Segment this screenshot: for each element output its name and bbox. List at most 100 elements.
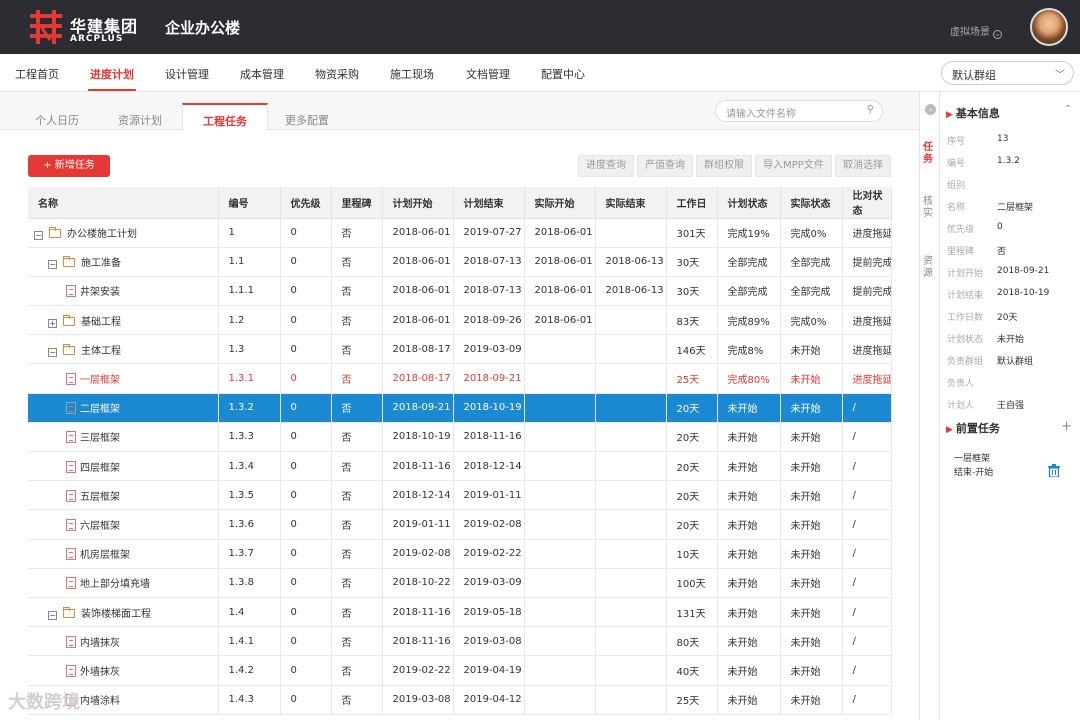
sub-tabs: 个人日历 资源计划 工程任务 更多配置 请输入文件名称 ⚲ [0,92,919,131]
collapse-icon[interactable]: − [34,231,43,241]
nav-item-cost[interactable]: 成本管理 [240,66,284,82]
column-header[interactable]: 编号 [218,187,281,219]
tab-project-tasks[interactable]: 工程任务 [182,103,268,131]
nav-item-site[interactable]: 施工现场 [390,66,434,82]
collapse-icon[interactable]: − [48,347,57,357]
task-name-cell[interactable]: 四层框架 [28,451,219,482]
side-tab-verify[interactable]: 核实 [923,196,937,220]
table-row[interactable]: 井架安装 1.1.1 0 否 2018-06-01 2018-07-13 2018-06-0… [28,276,892,307]
nav-active-indicator [88,89,136,91]
table-cell: 0 [280,626,332,657]
side-tab-resource[interactable]: 资源 [923,256,937,280]
column-header[interactable]: 比对状态 [842,187,892,219]
table-row[interactable]: 四层框架 1.3.4 0 否 2018-11-16 2018-12-14 20天 未开始 未开始… [28,451,892,482]
table-row[interactable]: 二层框架 1.3.2 0 否 2018-09-21 2018-10-19 20天 未开始 未开始… [28,393,892,423]
table-row[interactable]: + 基础工程 1.2 0 否 2018-06-01 2018-09-26 2018-06-01… [28,305,892,336]
table-cell: 2019-04-19 [453,655,525,686]
predecessor-title[interactable]: ▶ 前置任务 [946,420,1000,436]
collapse-icon[interactable]: − [48,610,57,620]
table-row[interactable]: 一层框架 1.3.1 0 否 2018-08-17 2018-09-21 25天 完成80% 未… [28,363,892,394]
search-icon[interactable]: ⚲ [867,104,874,115]
column-header[interactable]: 实际开始 [524,187,596,219]
table-row[interactable]: 外墙抹灰 1.4.2 0 否 2019-02-22 2019-04-19 40天 未开始 未开始… [28,655,892,686]
table-row[interactable]: 内墙抹灰 1.4.1 0 否 2018-11-16 2019-03-08 80天 未开始 未开始… [28,626,892,657]
table-row[interactable]: 内墙涂料 1.4.3 0 否 2019-03-08 2019-04-12 25天 未开始 未开始… [28,685,892,715]
basic-info-title[interactable]: ▶ 基本信息 [946,105,1000,121]
column-header[interactable]: 计划状态 [717,187,781,219]
avatar[interactable] [1030,8,1068,46]
collapse-panel-icon[interactable]: › [925,104,936,115]
task-name-cell[interactable]: 一层框架 [28,363,219,394]
tab-resource-plan[interactable]: 资源计划 [118,112,162,128]
task-name-cell[interactable]: 井架安装 [28,276,219,307]
task-name-cell[interactable]: + 基础工程 [28,305,219,336]
nav-item-design[interactable]: 设计管理 [165,66,209,82]
task-name-cell[interactable]: 地上部分填充墙 [28,568,219,598]
table-cell: 否 [331,451,383,482]
column-header[interactable]: 计划结束 [453,187,525,219]
task-name-cell[interactable]: − 主体工程 [28,334,219,365]
folder-icon [63,343,75,355]
column-header[interactable]: 优先级 [280,187,332,219]
table-cell: 0 [280,334,332,365]
group-permission-button[interactable]: 群组权限 [696,155,752,177]
column-header[interactable]: 实际结束 [595,187,667,219]
progress-query-button[interactable]: 进度查询 [578,155,634,177]
collapse-icon[interactable]: − [48,260,57,270]
table-cell: 2018-08-17 [382,334,454,365]
table-row[interactable]: 六层框架 1.3.6 0 否 2019-01-11 2019-02-08 20天 未开始 未开始… [28,509,892,540]
column-header[interactable]: 工作日 [666,187,718,219]
task-name-cell[interactable]: 六层框架 [28,509,219,540]
table-row[interactable]: − 办公楼施工计划 1 0 否 2018-06-01 2019-07-27 2018-06-0… [28,218,892,248]
search-input[interactable]: 请输入文件名称 ⚲ [715,100,883,122]
table-row[interactable]: − 主体工程 1.3 0 否 2018-08-17 2019-03-09 146天 完成8% 未开… [28,334,892,365]
trash-icon[interactable] [1048,464,1060,477]
task-name-cell[interactable]: − 施工准备 [28,247,219,277]
nav-item-schedule[interactable]: 进度计划 [90,66,134,82]
column-header[interactable]: 名称 [28,187,219,219]
table-row[interactable]: 五层框架 1.3.5 0 否 2018-12-14 2019-01-11 20天 未开始 未开始… [28,480,892,511]
task-name-cell[interactable]: 机房层框架 [28,539,219,569]
table-row[interactable]: − 施工准备 1.1 0 否 2018-06-01 2018-07-13 2018-06-01… [28,247,892,277]
nav-item-config[interactable]: 配置中心 [541,66,585,82]
column-header[interactable]: 计划开始 [382,187,454,219]
table-cell: / [842,597,892,628]
table-cell: 2019-03-08 [382,685,454,715]
task-name-cell[interactable]: 内墙抹灰 [28,626,219,657]
task-name-cell[interactable]: 三层框架 [28,422,219,453]
table-cell: 未开始 [717,685,781,715]
expand-icon[interactable]: + [48,318,57,328]
collapse-icon[interactable]: ⌃ [1064,104,1072,115]
nav-item-procurement[interactable]: 物资采购 [315,66,359,82]
value-query-button[interactable]: 产值查询 [637,155,693,177]
table-row[interactable]: 机房层框架 1.3.7 0 否 2019-02-08 2019-02-22 10天 未开始 未开… [28,539,892,569]
tab-more-config[interactable]: 更多配置 [285,112,329,128]
table-cell: 2019-03-09 [453,334,525,365]
tab-personal-calendar[interactable]: 个人日历 [35,112,79,128]
task-name: 三层框架 [80,433,120,445]
add-task-button[interactable]: + 新增任务 [28,155,110,177]
import-mpp-button[interactable]: 导入MPP文件 [755,155,832,177]
table-cell: / [842,685,892,715]
table-row[interactable]: 地上部分填充墙 1.3.8 0 否 2018-10-22 2019-03-09 100天 未开… [28,568,892,598]
nav-item-home[interactable]: 工程首页 [15,66,59,82]
column-header[interactable]: 里程碑 [331,187,383,219]
table-cell: 全部完成 [717,247,781,277]
column-header[interactable]: 实际状态 [780,187,843,219]
task-name-cell[interactable]: − 办公楼施工计划 [28,218,219,248]
side-tab-task[interactable]: 任务 [923,142,937,166]
task-name-cell[interactable]: − 装饰楼梯面工程 [28,597,219,628]
group-select[interactable]: 默认群组 ﹀ [941,61,1074,85]
scene-selector[interactable]: 虚拟场景 ⌄ [950,23,1002,39]
nav-item-documents[interactable]: 文档管理 [466,66,510,82]
table-row[interactable]: 三层框架 1.3.3 0 否 2018-10-19 2018-11-16 20天 未开始 未开始… [28,422,892,453]
table-cell [595,363,667,394]
task-name-cell[interactable]: 二层框架 [28,393,219,423]
task-name-cell[interactable]: 五层框架 [28,480,219,511]
cancel-selection-button[interactable]: 取消选择 [835,155,891,177]
add-predecessor-icon[interactable]: + [1061,419,1072,434]
document-icon [66,635,76,648]
task-name-cell[interactable]: 外墙抹灰 [28,655,219,686]
detail-field-label: 优先级 [947,225,975,235]
table-row[interactable]: − 装饰楼梯面工程 1.4 0 否 2018-11-16 2019-05-18 131天 未开始… [28,597,892,628]
